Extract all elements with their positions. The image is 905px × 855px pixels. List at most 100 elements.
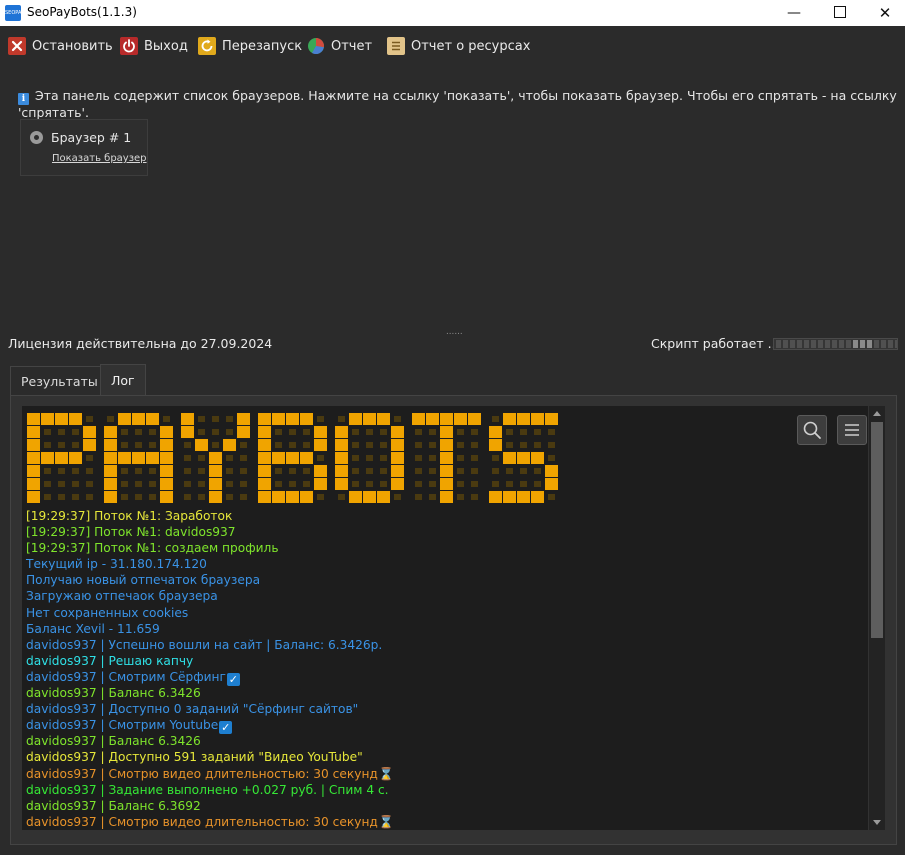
- log-line-text: davidos937 | Доступно 591 заданий "Видео…: [26, 750, 363, 765]
- log-line-text: [19:29:37] Поток №1: davidos937: [26, 525, 236, 540]
- paybots-ascii-banner: [27, 413, 558, 503]
- pie-chart-icon: [307, 37, 325, 55]
- log-line-text: Получаю новый отпечаток браузера: [26, 573, 261, 588]
- log-line: Текущий ip - 31.180.174.120: [26, 556, 394, 572]
- search-icon: [803, 421, 821, 439]
- progress-segment: [804, 340, 809, 348]
- checkmark-icon: ✓: [219, 721, 233, 735]
- restart-label: Перезапуск: [222, 38, 303, 54]
- hourglass-icon: ⌛: [378, 766, 395, 781]
- log-line: davidos937 | Смотрю видео длительностью:…: [26, 814, 394, 830]
- log-line: [19:29:37] Поток №1: davidos937: [26, 524, 394, 540]
- log-line-text: davidos937 | Смотрим Сёрфинг: [26, 669, 226, 684]
- progress-segment: [860, 340, 865, 348]
- progress-segment: [790, 340, 795, 348]
- toolbar: Остановить Выход Перезапуск Отчет Отчет …: [0, 26, 905, 64]
- log-line-text: Текущий ip - 31.180.174.120: [26, 557, 207, 572]
- progress-segment: [846, 340, 851, 348]
- progress-segment: [818, 340, 823, 348]
- refresh-icon: [198, 37, 216, 55]
- log-menu-button[interactable]: [837, 415, 867, 445]
- progress-segment: [888, 340, 893, 348]
- log-line-text: davidos937 | Баланс 6.3426: [26, 734, 201, 749]
- log-lines: [19:29:37] Поток №1: Заработок [19:29:37]…: [26, 508, 394, 830]
- scroll-down-arrow-icon[interactable]: [873, 820, 881, 825]
- log-line-text: davidos937 | Баланс 6.3692: [26, 798, 201, 813]
- browser-panel-info: i Эта панель содержит список браузеров. Н…: [18, 88, 898, 120]
- log-line-text: Загружаю отпечаок браузера: [26, 589, 218, 604]
- progress-segment: [811, 340, 816, 348]
- log-line-text: davidos937 | Доступно 0 заданий "Сёрфинг…: [26, 702, 359, 717]
- log-line: davidos937 | Доступно 591 заданий "Видео…: [26, 749, 394, 765]
- log-line: davidos937 | Смотрю видео длительностью:…: [26, 766, 394, 782]
- panel-splitter-handle[interactable]: ......: [446, 326, 463, 337]
- progress-segment: [776, 340, 781, 348]
- browser-title: Браузер # 1: [51, 130, 132, 145]
- tab-log[interactable]: Лог: [100, 364, 146, 397]
- show-browser-link[interactable]: Показать браузер: [52, 153, 147, 164]
- log-line: [19:29:37] Поток №1: Заработок: [26, 508, 394, 524]
- title-bar: SEOPAY SeoPayBots(1.1.3) — ✕: [0, 0, 905, 26]
- resource-report-button[interactable]: Отчет о ресурсах: [387, 35, 530, 57]
- log-line: davidos937 | Смотрим Youtube ✓: [26, 717, 394, 735]
- log-line-text: davidos937 | Смотрю видео длительностью:…: [26, 766, 378, 781]
- hourglass-icon: ⌛: [378, 814, 395, 829]
- scroll-thumb[interactable]: [871, 422, 883, 638]
- script-status: Скрипт работает ...: [651, 336, 780, 351]
- log-search-button[interactable]: [797, 415, 827, 445]
- progress-segment: [825, 340, 830, 348]
- maximize-button[interactable]: [817, 0, 863, 26]
- stop-button[interactable]: Остановить: [8, 35, 113, 57]
- log-line-text: davidos937 | Успешно вошли на сайт | Бал…: [26, 637, 383, 652]
- log-view: [19:29:37] Поток №1: Заработок [19:29:37]…: [22, 406, 868, 830]
- log-line-text: davidos937 | Задание выполнено +0.027 ру…: [26, 782, 389, 797]
- log-line-text: davidos937 | Решаю капчу: [26, 653, 194, 668]
- log-line-text: Баланс Xevil - 11.659: [26, 621, 160, 636]
- log-line-text: [19:29:37] Поток №1: Заработок: [26, 509, 233, 523]
- log-line-text: davidos937 | Смотрю видео длительностью:…: [26, 814, 378, 829]
- resource-report-label: Отчет о ресурсах: [411, 38, 531, 54]
- info-text: Эта панель содержит список браузеров. На…: [18, 88, 897, 120]
- close-window-button[interactable]: ✕: [862, 0, 905, 26]
- progress-segment: [853, 340, 858, 348]
- log-line: davidos937 | Смотрим Сёрфинг ✓: [26, 669, 394, 686]
- exit-button[interactable]: Выход: [120, 35, 188, 57]
- log-line: Баланс Xevil - 11.659: [26, 621, 394, 637]
- progress-segment: [797, 340, 802, 348]
- log-line-text: [19:29:37] Поток №1: создаем профиль: [26, 541, 279, 556]
- app-logo-icon: SEOPAY: [5, 5, 21, 21]
- browser-globe-icon: [30, 131, 43, 144]
- browser-card: Браузер # 1 Показать браузер: [20, 119, 148, 176]
- log-line-text: davidos937 | Смотрим Youtube: [26, 718, 219, 733]
- log-line: Нет сохраненных cookies: [26, 605, 394, 621]
- restart-button[interactable]: Перезапуск: [198, 35, 302, 57]
- scroll-up-arrow-icon[interactable]: [873, 411, 881, 416]
- progress-segment: [867, 340, 872, 348]
- progress-segment: [874, 340, 879, 348]
- log-line: Загружаю отпечаок браузера: [26, 588, 394, 604]
- log-line-text: davidos937 | Баланс 6.3426: [26, 686, 201, 701]
- exit-label: Выход: [144, 38, 188, 54]
- log-line: davidos937 | Баланс 6.3426: [26, 733, 394, 749]
- log-scrollbar[interactable]: [869, 406, 885, 830]
- log-line: davidos937 | Решаю капчу: [26, 653, 394, 669]
- list-icon: [387, 37, 405, 55]
- hamburger-menu-icon: [845, 424, 859, 436]
- tab-results[interactable]: Результаты: [10, 366, 109, 397]
- info-icon: i: [18, 93, 29, 105]
- window-title: SeoPayBots(1.1.3): [27, 5, 137, 19]
- log-line: [19:29:37] Поток №1: создаем профиль: [26, 540, 394, 556]
- progress-segment: [832, 340, 837, 348]
- close-x-icon: [8, 37, 26, 55]
- script-progress-indicator: [773, 338, 898, 350]
- minimize-button[interactable]: —: [771, 0, 817, 26]
- log-line: davidos937 | Задание выполнено +0.027 ру…: [26, 782, 394, 798]
- log-line: davidos937 | Баланс 6.3692: [26, 798, 394, 814]
- progress-segment: [895, 340, 897, 348]
- checkmark-icon: ✓: [226, 672, 240, 686]
- report-button[interactable]: Отчет: [307, 35, 372, 57]
- progress-segment: [881, 340, 886, 348]
- log-line: davidos937 | Доступно 0 заданий "Сёрфинг…: [26, 701, 394, 717]
- progress-segment: [839, 340, 844, 348]
- log-line: davidos937 | Успешно вошли на сайт | Бал…: [26, 637, 394, 653]
